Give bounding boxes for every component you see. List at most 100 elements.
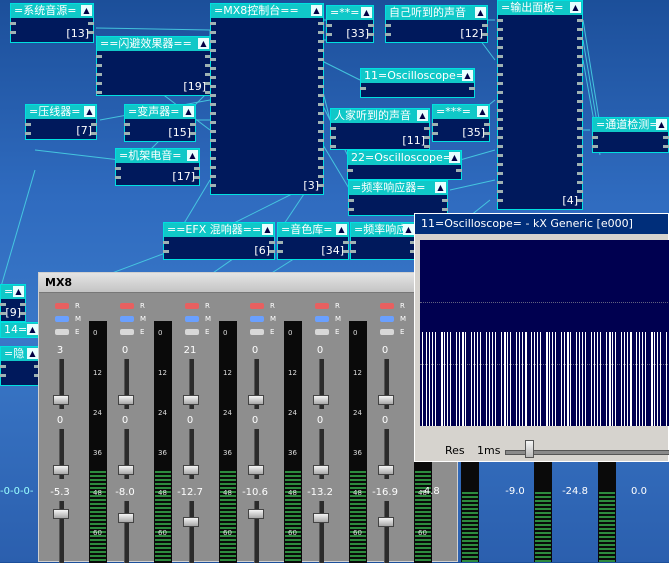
connection-pin[interactable] <box>497 181 503 184</box>
connection-pin[interactable] <box>20 312 26 315</box>
module-freq-response-2[interactable]: =频率响应 ▲ <box>350 222 416 260</box>
connection-pin[interactable] <box>0 312 6 315</box>
connection-pin[interactable] <box>96 73 102 76</box>
module-title[interactable]: =输出面板= ▲ <box>498 1 582 15</box>
res-slider-thumb[interactable] <box>525 440 534 458</box>
connection-pin[interactable] <box>663 136 669 139</box>
connection-pin[interactable] <box>210 31 216 34</box>
connection-pin[interactable] <box>343 241 349 244</box>
module-channel-detect[interactable]: =通道检测= ▲ <box>592 117 669 153</box>
top-fader-knob[interactable] <box>378 395 394 405</box>
connection-pin[interactable] <box>210 67 216 70</box>
connection-pin[interactable] <box>497 199 503 202</box>
connection-pin[interactable] <box>577 28 583 31</box>
connection-pin[interactable] <box>347 169 353 172</box>
connection-pin[interactable] <box>318 130 324 133</box>
connection-pin[interactable] <box>577 73 583 76</box>
module-title[interactable]: =通道检测= ▲ <box>593 118 668 132</box>
connection-pin[interactable] <box>10 22 16 25</box>
connection-pin[interactable] <box>318 22 324 25</box>
connection-pin[interactable] <box>577 64 583 67</box>
connection-pin[interactable] <box>577 100 583 103</box>
e-button[interactable] <box>55 329 69 335</box>
module-ducker[interactable]: ==闪避效果器== ▲ [19] <box>96 36 211 96</box>
connection-pin[interactable] <box>484 132 490 135</box>
connection-pin[interactable] <box>577 181 583 184</box>
module-title[interactable]: =频率响应器= ▲ <box>349 181 447 195</box>
connection-pin[interactable] <box>210 166 216 169</box>
connection-pin[interactable] <box>592 136 598 139</box>
connection-pin[interactable] <box>577 127 583 130</box>
connection-pin[interactable] <box>497 46 503 49</box>
module-menu-icon[interactable]: ▲ <box>403 224 414 235</box>
connection-pin[interactable] <box>0 374 6 377</box>
connection-pin[interactable] <box>577 190 583 193</box>
m-button[interactable] <box>315 316 329 322</box>
connection-pin[interactable] <box>484 123 490 126</box>
module-menu-icon[interactable]: ▲ <box>311 5 322 16</box>
module-menu-icon[interactable]: ▲ <box>27 348 38 359</box>
connection-pin[interactable] <box>318 148 324 151</box>
module-left-14[interactable]: 14===▲ <box>0 322 40 338</box>
module-menu-icon[interactable]: ▲ <box>361 7 372 18</box>
module-efx-reverb[interactable]: ==EFX 混响器== ▲ [6] <box>163 222 275 260</box>
module-title[interactable]: =**= ▲ <box>327 6 373 20</box>
module-menu-icon[interactable]: ▲ <box>462 70 473 81</box>
connection-pin[interactable] <box>343 250 349 253</box>
connection-pin[interactable] <box>348 199 354 202</box>
module-title[interactable]: 自己听到的声音 ▲ <box>386 6 487 20</box>
connection-pin[interactable] <box>210 22 216 25</box>
mid-fader-knob[interactable] <box>248 465 264 475</box>
connection-pin[interactable] <box>482 33 488 36</box>
top-fader-knob[interactable] <box>248 395 264 405</box>
connection-pin[interactable] <box>96 64 102 67</box>
module-title[interactable]: =变声器= ▲ <box>125 105 195 119</box>
connection-pin[interactable] <box>318 31 324 34</box>
connection-pin[interactable] <box>318 76 324 79</box>
connection-pin[interactable] <box>210 103 216 106</box>
module-rack-electro[interactable]: =机架电音= ▲ [17] <box>115 148 200 186</box>
mid-fader-knob[interactable] <box>183 465 199 475</box>
connection-pin[interactable] <box>432 123 438 126</box>
connection-pin[interactable] <box>0 365 6 368</box>
connection-pin[interactable] <box>269 241 275 244</box>
connection-pin[interactable] <box>318 139 324 142</box>
connection-pin[interactable] <box>432 132 438 135</box>
connection-pin[interactable] <box>497 91 503 94</box>
connection-pin[interactable] <box>25 132 31 135</box>
connection-pin[interactable] <box>318 175 324 178</box>
connection-pin[interactable] <box>91 123 97 126</box>
connection-pin[interactable] <box>469 87 475 90</box>
volume-fader-knob[interactable] <box>53 509 69 519</box>
connection-pin[interactable] <box>497 64 503 67</box>
module-voice-changer[interactable]: =变声器= ▲ [15] <box>124 104 196 142</box>
connection-pin[interactable] <box>497 109 503 112</box>
connection-pin[interactable] <box>163 241 169 244</box>
connection-pin[interactable] <box>88 22 94 25</box>
volume-fader-knob[interactable] <box>378 517 394 527</box>
connection-pin[interactable] <box>577 91 583 94</box>
module-menu-icon[interactable]: ▲ <box>435 182 446 193</box>
top-fader-knob[interactable] <box>313 395 329 405</box>
module-menu-icon[interactable]: ▲ <box>417 110 428 121</box>
connection-pin[interactable] <box>0 303 6 306</box>
module-menu-icon[interactable]: ▲ <box>183 106 194 117</box>
module-others-hear[interactable]: 人家听到的声音 ▲ [11] <box>330 108 430 150</box>
connection-pin[interactable] <box>318 94 324 97</box>
r-button[interactable] <box>250 303 264 309</box>
module-title[interactable]: 人家听到的声音 ▲ <box>331 109 429 123</box>
module-menu-icon[interactable]: ▲ <box>477 106 488 117</box>
connection-pin[interactable] <box>210 184 216 187</box>
connection-pin[interactable] <box>577 118 583 121</box>
module-title[interactable]: 22=Oscilloscope= ▲ <box>348 151 461 165</box>
connection-pin[interactable] <box>497 82 503 85</box>
connection-pin[interactable] <box>577 37 583 40</box>
connection-pin[interactable] <box>577 19 583 22</box>
connection-pin[interactable] <box>210 40 216 43</box>
connection-pin[interactable] <box>318 121 324 124</box>
m-button[interactable] <box>185 316 199 322</box>
connection-pin[interactable] <box>577 109 583 112</box>
connection-pin[interactable] <box>497 190 503 193</box>
connection-pin[interactable] <box>330 127 336 130</box>
connection-pin[interactable] <box>385 33 391 36</box>
